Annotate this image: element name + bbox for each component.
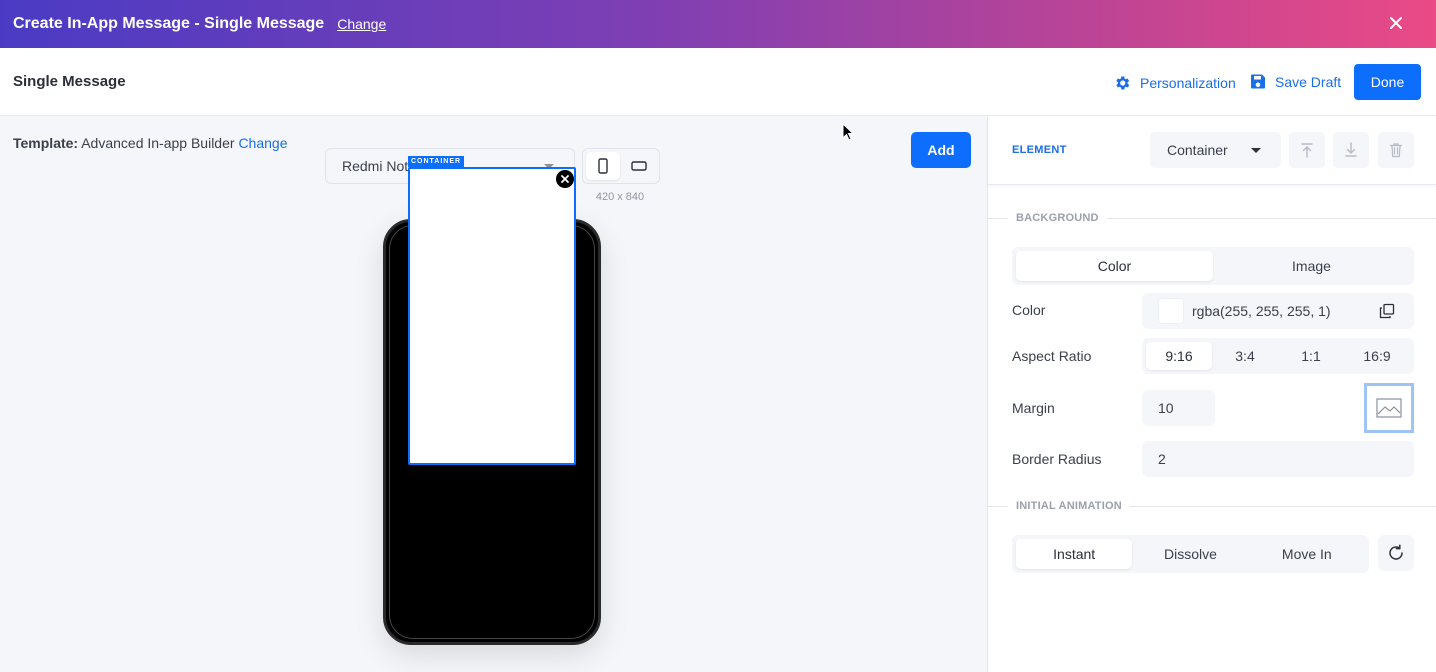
- template-name: Advanced In-app Builder: [81, 135, 235, 151]
- mouse-cursor-icon: [842, 123, 855, 141]
- background-section-title: BACKGROUND: [1016, 212, 1099, 224]
- chevron-down-icon: [1251, 148, 1261, 153]
- animation-instant-option[interactable]: Instant: [1016, 539, 1133, 569]
- page-title: Single Message: [13, 73, 126, 90]
- top-bar: Create In-App Message - Single Message C…: [0, 0, 1436, 48]
- close-icon[interactable]: [1386, 13, 1406, 33]
- delete-button[interactable]: [1378, 132, 1414, 168]
- image-icon: [1376, 398, 1402, 418]
- template-change-link[interactable]: Change: [238, 135, 287, 151]
- aspect-1-1-option[interactable]: 1:1: [1278, 342, 1344, 370]
- add-button[interactable]: Add: [911, 132, 971, 168]
- color-label: Color: [1012, 302, 1046, 318]
- background-section-header: BACKGROUND: [988, 210, 1436, 226]
- aspect-3-4-option[interactable]: 3:4: [1212, 342, 1278, 370]
- orientation-toggle: [582, 148, 660, 184]
- personalization-button[interactable]: Personalization: [1113, 74, 1236, 92]
- tab-image[interactable]: Image: [1213, 251, 1410, 281]
- border-radius-value: 2: [1158, 451, 1166, 467]
- border-radius-label: Border Radius: [1012, 451, 1102, 467]
- element-label: ELEMENT: [1012, 144, 1067, 156]
- arrow-up-icon: [1301, 143, 1313, 158]
- replay-animation-button[interactable]: [1378, 535, 1414, 571]
- aspect-ratio-label: Aspect Ratio: [1012, 348, 1092, 364]
- aspect-16-9-option[interactable]: 16:9: [1344, 342, 1410, 370]
- image-preview-thumbnail[interactable]: [1364, 383, 1414, 433]
- properties-panel: ELEMENT Container BACKGROUND Color Image: [987, 116, 1436, 672]
- change-message-type-link[interactable]: Change: [337, 16, 386, 32]
- message-close-icon[interactable]: [556, 170, 574, 188]
- template-label: Template:: [13, 135, 79, 151]
- background-type-tabs: Color Image: [1012, 247, 1414, 285]
- personalization-label: Personalization: [1140, 75, 1236, 91]
- arrow-down-icon: [1345, 142, 1357, 157]
- portrait-button[interactable]: [586, 152, 620, 180]
- phone-portrait-icon: [598, 158, 608, 174]
- border-radius-input[interactable]: 2: [1142, 441, 1414, 477]
- refresh-icon: [1389, 544, 1403, 560]
- device-dimensions: 420 x 840: [595, 191, 645, 203]
- element-type-value: Container: [1167, 142, 1228, 158]
- container-element[interactable]: [408, 167, 576, 465]
- animation-options: Instant Dissolve Move In: [1012, 535, 1369, 573]
- page-header: Single Message Personalization Save Draf…: [0, 48, 1436, 116]
- animation-section-header: INITIAL ANIMATION: [988, 498, 1436, 514]
- tab-color[interactable]: Color: [1016, 251, 1213, 281]
- color-field[interactable]: rgba(255, 255, 255, 1): [1142, 293, 1414, 329]
- done-button[interactable]: Done: [1354, 64, 1421, 100]
- copy-icon[interactable]: [1379, 303, 1395, 319]
- landscape-button[interactable]: [622, 152, 656, 180]
- animation-move-in-option[interactable]: Move In: [1249, 539, 1365, 569]
- save-icon: [1251, 74, 1265, 89]
- margin-label: Margin: [1012, 400, 1055, 416]
- margin-input[interactable]: 10: [1142, 390, 1215, 426]
- aspect-ratio-options: 9:16 3:4 1:1 16:9: [1142, 338, 1414, 374]
- trash-icon: [1389, 143, 1403, 158]
- move-down-button[interactable]: [1333, 132, 1369, 168]
- element-type-select[interactable]: Container: [1150, 132, 1281, 168]
- template-info: Template: Advanced In-app Builder Change: [13, 135, 287, 151]
- phone-landscape-icon: [631, 161, 647, 171]
- color-value: rgba(255, 255, 255, 1): [1192, 303, 1331, 319]
- save-draft-button[interactable]: Save Draft: [1250, 73, 1341, 90]
- color-swatch[interactable]: [1158, 298, 1184, 324]
- move-up-button[interactable]: [1289, 132, 1325, 168]
- animation-dissolve-option[interactable]: Dissolve: [1132, 539, 1248, 569]
- save-draft-label: Save Draft: [1275, 73, 1342, 90]
- element-toolbar: ELEMENT Container: [988, 116, 1436, 185]
- margin-value: 10: [1158, 400, 1174, 416]
- dialog-title: Create In-App Message - Single Message: [13, 15, 325, 32]
- container-tag: CONTAINER: [408, 156, 465, 167]
- animation-section-title: INITIAL ANIMATION: [1016, 500, 1122, 512]
- gear-icon: [1116, 76, 1130, 90]
- aspect-9-16-option[interactable]: 9:16: [1146, 342, 1212, 370]
